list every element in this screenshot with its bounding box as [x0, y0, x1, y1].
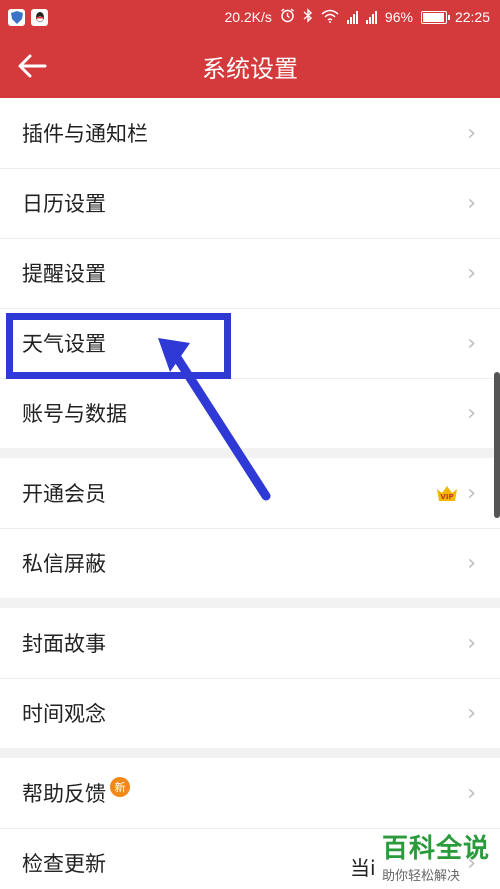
qq-app-icon	[31, 8, 48, 26]
row-account-data[interactable]: 账号与数据 ›	[0, 378, 500, 448]
chevron-right-icon: ›	[467, 330, 476, 356]
row-membership[interactable]: 开通会员 VIP ›	[0, 458, 500, 528]
row-label: 提醒设置	[22, 262, 106, 286]
chevron-right-icon: ›	[467, 700, 476, 726]
chevron-right-icon: ›	[467, 550, 476, 576]
row-label: 检查更新	[22, 852, 106, 876]
title-bar: 系统设置	[0, 34, 500, 98]
vip-label: VIP	[441, 493, 454, 501]
watermark-title: 百科全说	[381, 834, 490, 864]
settings-list[interactable]: 插件与通知栏 › 日历设置 › 提醒设置 › 天气设置 › 账号与数据 › 开通…	[0, 98, 500, 889]
watermark-logo: 百科全说 助你轻松解决	[382, 828, 490, 884]
chevron-right-icon: ›	[467, 480, 476, 506]
row-label: 插件与通知栏	[22, 122, 148, 146]
battery-percent: 96%	[384, 9, 413, 25]
chevron-right-icon: ›	[467, 260, 476, 286]
chevron-right-icon: ›	[467, 630, 476, 656]
bluetooth-icon	[303, 8, 313, 26]
scrollbar[interactable]	[494, 372, 500, 518]
watermark-subtitle: 助你轻松解决	[381, 869, 460, 884]
wifi-icon	[321, 9, 339, 26]
status-bar: 20.2K/s 96% 22:25	[0, 0, 500, 34]
row-label: 封面故事	[22, 632, 106, 656]
settings-group-content: 封面故事 › 时间观念 ›	[0, 608, 500, 748]
row-help-feedback[interactable]: 帮助反馈 新 ›	[0, 758, 500, 828]
row-label: 私信屏蔽	[22, 552, 106, 576]
row-label: 帮助反馈	[22, 782, 106, 806]
row-label: 日历设置	[22, 192, 106, 216]
page-title: 系统设置	[202, 54, 298, 83]
chevron-right-icon: ›	[467, 190, 476, 216]
highlight-box	[6, 313, 231, 379]
chevron-right-icon: ›	[467, 120, 476, 146]
row-plugins-notification[interactable]: 插件与通知栏 ›	[0, 98, 500, 168]
back-arrow-icon	[18, 54, 47, 78]
settings-group-basic: 插件与通知栏 › 日历设置 › 提醒设置 › 天气设置 › 账号与数据 ›	[0, 98, 500, 448]
row-message-block[interactable]: 私信屏蔽 ›	[0, 528, 500, 598]
row-calendar-settings[interactable]: 日历设置 ›	[0, 168, 500, 238]
vip-crown-icon: VIP	[437, 486, 458, 501]
chevron-right-icon: ›	[467, 780, 476, 806]
row-label: 时间观念	[22, 702, 106, 726]
clock: 22:25	[454, 9, 490, 25]
new-badge: 新	[110, 777, 130, 797]
row-label: 开通会员	[22, 482, 106, 506]
battery-icon	[420, 10, 450, 24]
shield-app-icon	[8, 8, 25, 26]
back-button[interactable]	[14, 48, 50, 84]
chevron-right-icon: ›	[467, 400, 476, 426]
signal-icon	[346, 10, 358, 24]
row-label: 账号与数据	[22, 402, 127, 426]
settings-group-member: 开通会员 VIP › 私信屏蔽 ›	[0, 458, 500, 598]
partial-overlay-text: 当i	[350, 856, 376, 880]
row-time-concept[interactable]: 时间观念 ›	[0, 678, 500, 748]
alarm-icon	[280, 8, 295, 26]
row-cover-story[interactable]: 封面故事 ›	[0, 608, 500, 678]
signal-icon	[365, 10, 377, 24]
row-reminder-settings[interactable]: 提醒设置 ›	[0, 238, 500, 308]
network-speed: 20.2K/s	[224, 9, 272, 25]
